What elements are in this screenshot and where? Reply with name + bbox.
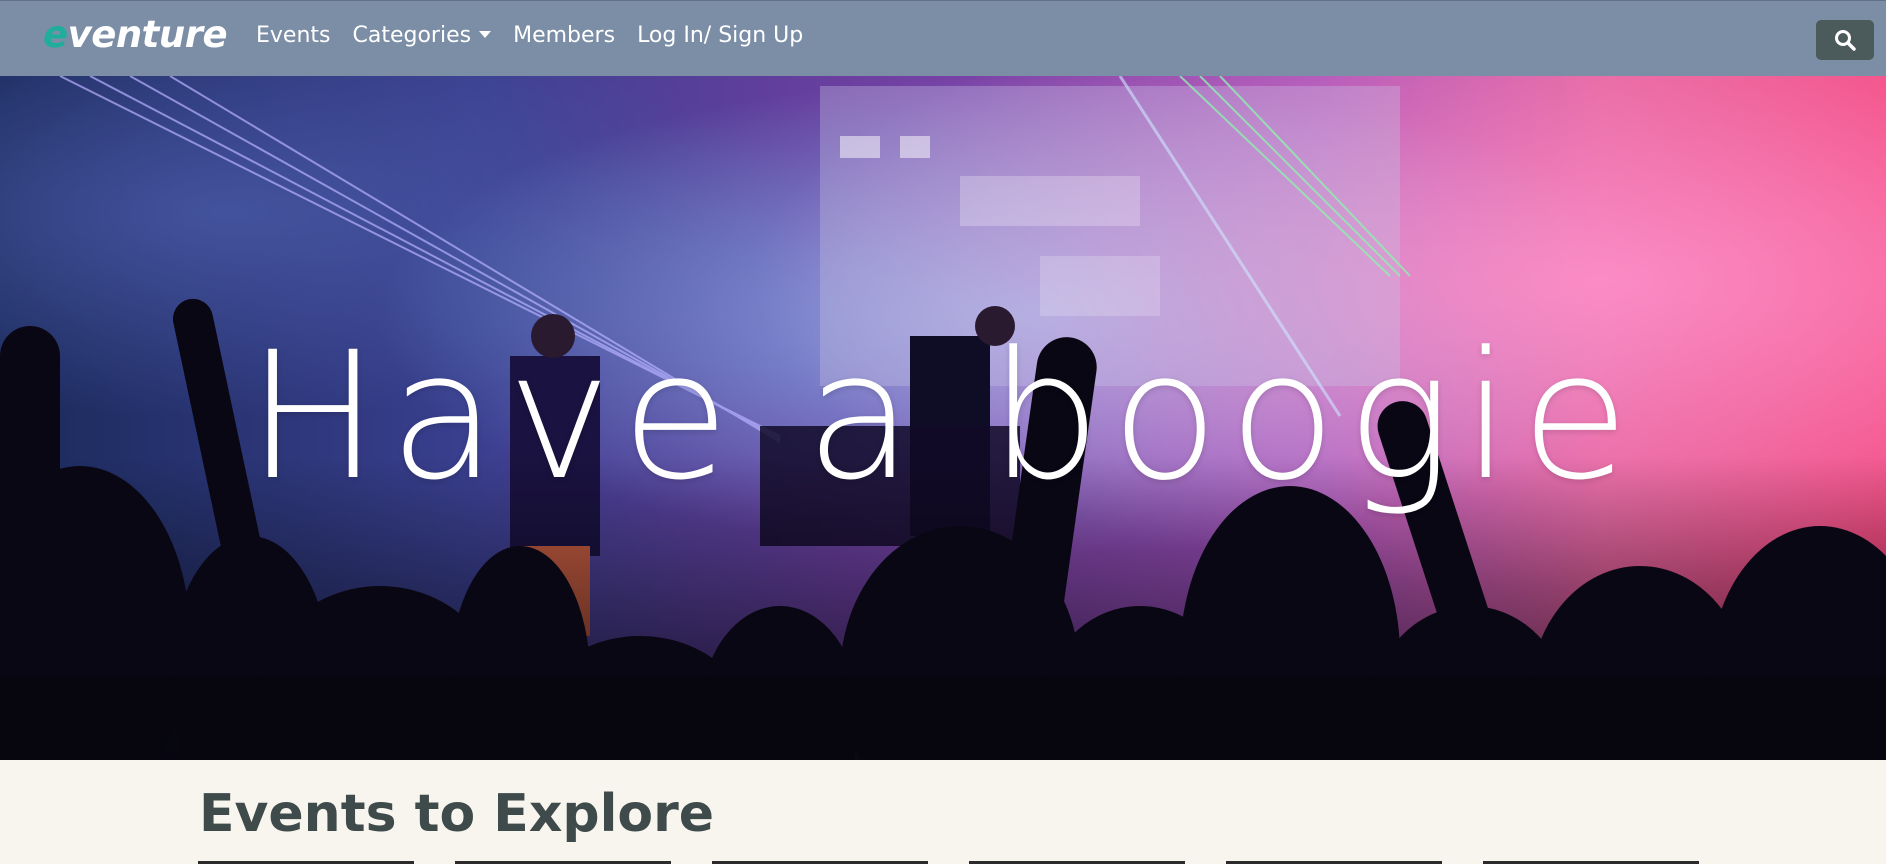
search-button[interactable] bbox=[1816, 20, 1874, 60]
events-explore-section: Events to Explore bbox=[0, 760, 1886, 864]
nav-link-categories-label: Categories bbox=[352, 23, 472, 48]
nav-links: Events Categories Members Log In/ Sign U… bbox=[256, 23, 825, 48]
nav-link-members[interactable]: Members bbox=[513, 23, 615, 48]
brand-logo[interactable]: eventure bbox=[43, 13, 228, 56]
nav-link-login-signup[interactable]: Log In/ Sign Up bbox=[637, 23, 803, 48]
hero-banner: Have a boogie bbox=[0, 76, 1886, 760]
top-navbar: eventure Events Categories Members Log I… bbox=[0, 0, 1886, 76]
chevron-down-icon bbox=[479, 30, 492, 38]
nav-link-categories[interactable]: Categories bbox=[353, 23, 492, 48]
section-title: Events to Explore bbox=[199, 784, 715, 844]
hero-title: Have a boogie bbox=[246, 314, 1640, 519]
search-icon bbox=[1835, 30, 1856, 51]
nav-link-events[interactable]: Events bbox=[256, 23, 331, 48]
